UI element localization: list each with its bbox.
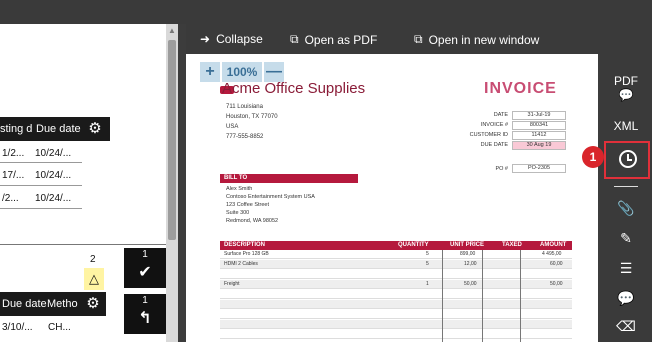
zoom-controls: + 100% — — [200, 62, 284, 82]
redact-icon[interactable]: ☰ — [600, 260, 652, 277]
comment-icon[interactable]: 💬 — [600, 290, 652, 307]
history-button[interactable] — [604, 141, 650, 179]
meta-label: INVOICE # — [480, 122, 508, 128]
scrollbar[interactable]: ▲ — [166, 24, 178, 342]
table-cell: /2... — [2, 193, 19, 204]
approve-count: 1 — [142, 249, 148, 260]
eraser-icon[interactable]: ⌫ — [600, 318, 652, 335]
meta-value: 800341 — [512, 120, 566, 130]
table-cell: 10/24/... — [35, 193, 72, 204]
item-price: 12,00 — [464, 261, 477, 267]
collapse-label: Collapse — [216, 32, 263, 46]
column-amount: AMOUNT — [540, 242, 567, 248]
table-cell: CH... — [48, 322, 71, 333]
table-cell: 1/2... — [2, 148, 25, 159]
company-name: Acme Office Supplies — [222, 80, 366, 97]
meta-value: 11412 — [512, 130, 566, 140]
company-address: 711 Louisiana Houston, TX 77070 USA 777-… — [226, 104, 278, 140]
item-quantity: 5 — [426, 251, 429, 257]
external-link-icon: ⧉ — [290, 32, 299, 46]
item-description: Surface Pro 128 GB — [224, 251, 269, 257]
column-divider — [482, 250, 483, 342]
meta-label: DUE DATE — [480, 142, 508, 148]
clock-icon — [619, 150, 637, 168]
table-cell: 10/24/... — [35, 148, 72, 159]
gear-icon[interactable]: ⚙ — [82, 117, 108, 141]
pdf-label: PDF — [614, 74, 638, 88]
po-number: PO # PO-2305 — [448, 164, 566, 173]
open-as-pdf-label: Open as PDF — [304, 32, 378, 47]
checkmark-icon: ✔ — [138, 264, 152, 281]
item-description: HDMI 2 Cables — [224, 261, 258, 267]
approve-button[interactable]: 1 ✔ — [124, 248, 166, 288]
meta-label: DATE — [493, 112, 508, 118]
pdf-view-button[interactable]: PDF 💬 — [600, 74, 652, 102]
column-divider — [442, 250, 443, 342]
column-description: DESCRIPTION — [224, 242, 266, 248]
item-amount: 60,00 — [550, 261, 563, 267]
return-count: 1 — [142, 295, 148, 306]
pending-count: 2 — [90, 254, 96, 265]
column-unit-price: UNIT PRICE — [450, 242, 485, 248]
return-button[interactable]: 1 ↰ — [124, 294, 166, 334]
column-method[interactable]: Metho — [47, 298, 78, 310]
meta-value: 31-Jul-19 — [512, 110, 566, 120]
pencil-icon[interactable]: ✎ — [600, 230, 652, 247]
step-badge: 1 — [582, 146, 604, 168]
row-divider — [0, 185, 82, 186]
scroll-up-icon[interactable]: ▲ — [168, 26, 176, 35]
row-divider — [0, 208, 82, 209]
xml-label: XML — [613, 119, 639, 133]
item-amount: 4 495,00 — [542, 251, 562, 257]
paperclip-icon[interactable]: 📎 — [600, 200, 652, 217]
scrollbar-thumb[interactable] — [168, 40, 176, 240]
invoice-preview: Acme Office Supplies INVOICE 711 Louisia… — [186, 54, 598, 342]
bill-to-address: Alex Smith Contoso Entertainment System … — [226, 186, 315, 224]
items-header: DESCRIPTION QUANTITY UNIT PRICE TAXED AM… — [220, 241, 572, 250]
bill-to-header: BILL TO — [220, 174, 358, 183]
arrow-right-icon: ➜ — [200, 32, 211, 46]
warning-icon[interactable]: △ — [84, 268, 104, 290]
item-price: 50,00 — [464, 281, 477, 287]
gear-icon[interactable]: ⚙ — [80, 292, 106, 316]
zoom-out-button[interactable]: — — [264, 62, 284, 82]
external-link-icon: ⧉ — [414, 32, 423, 46]
row-divider — [0, 162, 82, 163]
column-due-date[interactable]: Due date — [2, 298, 47, 310]
zoom-in-button[interactable]: + — [200, 62, 220, 82]
meta-label: CUSTOMER ID — [469, 132, 508, 138]
column-divider — [520, 250, 521, 342]
preview-toolbar: ➜ Collapse ⧉ Open as PDF ⧉ Open in new w… — [186, 24, 652, 54]
xml-view-button[interactable]: XML — [600, 119, 652, 133]
speech-bubble-icon: 💬 — [618, 88, 634, 102]
table-cell: 10/24/... — [35, 170, 72, 181]
table-cell: 17/... — [2, 170, 25, 181]
section-divider — [0, 244, 166, 245]
open-as-pdf-button[interactable]: ⧉ Open as PDF — [290, 32, 377, 47]
open-new-window-button[interactable]: ⧉ Open in new window — [414, 32, 539, 47]
item-description: Freight — [224, 281, 240, 287]
separator — [614, 186, 638, 187]
meta-value: 30 Aug 19 — [512, 140, 566, 150]
return-icon: ↰ — [138, 310, 152, 327]
po-value: PO-2305 — [512, 164, 566, 173]
item-quantity: 5 — [426, 261, 429, 267]
invoice-meta: DATE 31-Jul-19 INVOICE # 800341 CUSTOMER I… — [448, 110, 566, 150]
item-amount: 50,00 — [550, 281, 563, 287]
column-taxed: TAXED — [502, 242, 522, 248]
column-due-date[interactable]: Due date — [36, 123, 81, 135]
column-quantity: QUANTITY — [398, 242, 429, 248]
invoice-title: INVOICE — [484, 80, 557, 97]
table-header: Due date Metho — [0, 292, 80, 316]
column-posting-date[interactable]: sting d — [0, 123, 32, 135]
collapse-button[interactable]: ➜ Collapse — [200, 32, 263, 46]
po-label: PO # — [495, 165, 508, 172]
open-new-window-label: Open in new window — [428, 32, 540, 47]
table-cell: 3/10/... — [2, 322, 33, 333]
item-price: 899,00 — [460, 251, 476, 257]
panel-gap — [178, 24, 186, 342]
item-quantity: 1 — [426, 281, 429, 287]
zoom-level: 100% — [222, 62, 262, 82]
top-bar — [0, 0, 652, 24]
